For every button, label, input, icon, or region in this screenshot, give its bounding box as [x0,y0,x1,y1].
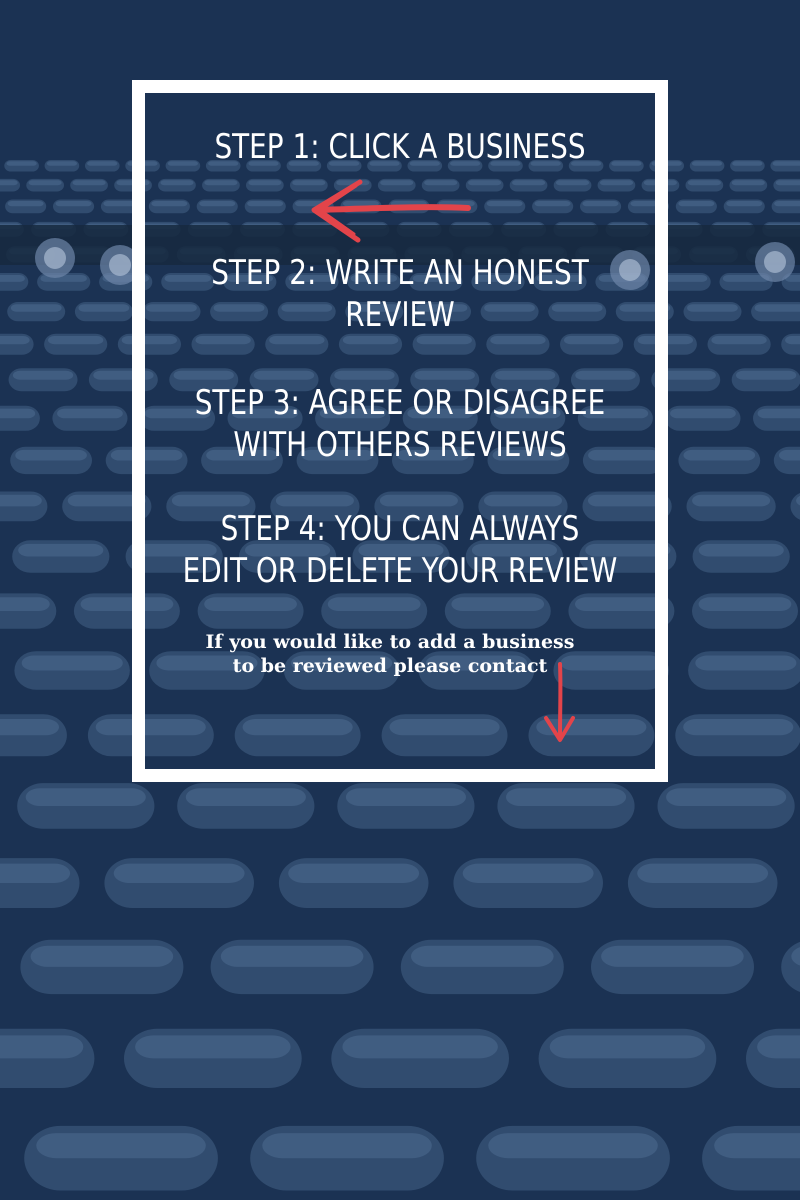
contact-note: If you would like to add a business to b… [205,631,575,677]
step-2-text: STEP 2: WRITE AN HONEST REVIEW [211,253,589,335]
arrow-left-icon [311,179,471,243]
step-4-text: STEP 4: YOU CAN ALWAYS EDIT OR DELETE YO… [182,509,618,591]
arrow-down-icon [544,662,575,742]
step-1-text: STEP 1: CLICK A BUSINESS [214,127,586,167]
step-3-text: STEP 3: AGREE OR DISAGREE WITH OTHERS RE… [194,383,606,465]
